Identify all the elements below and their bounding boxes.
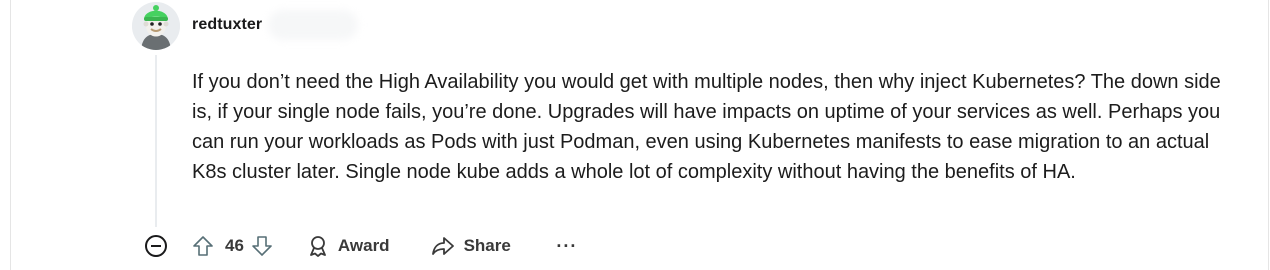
user-avatar[interactable] (132, 2, 180, 50)
arrow-up-icon (193, 236, 213, 256)
arrow-down-icon (252, 236, 272, 256)
share-icon (431, 237, 454, 255)
redacted-blur (268, 10, 358, 40)
comment-body: If you don’t need the High Availability … (192, 71, 1221, 183)
share-label: Share (463, 236, 511, 255)
upvote-button[interactable] (189, 232, 217, 260)
left-border (10, 0, 11, 270)
more-options-icon: ··· (556, 235, 578, 256)
collapse-button[interactable] (143, 233, 169, 259)
more-options-button[interactable]: ··· (553, 232, 581, 260)
downvote-button[interactable] (248, 232, 276, 260)
vote-count: 46 (225, 236, 244, 255)
username[interactable]: redtuxter (192, 16, 262, 34)
award-icon (310, 236, 326, 257)
thread-line[interactable] (155, 55, 157, 227)
right-border (1268, 0, 1269, 270)
award-label: Award (337, 236, 390, 255)
comment-actions: 46 Award Share ··· (143, 230, 581, 262)
minus-circle-icon (145, 235, 167, 257)
vote-group: 46 (189, 232, 276, 260)
share-button[interactable]: Share (430, 230, 511, 262)
avatar-image (132, 2, 180, 50)
award-button[interactable]: Award (306, 230, 390, 262)
